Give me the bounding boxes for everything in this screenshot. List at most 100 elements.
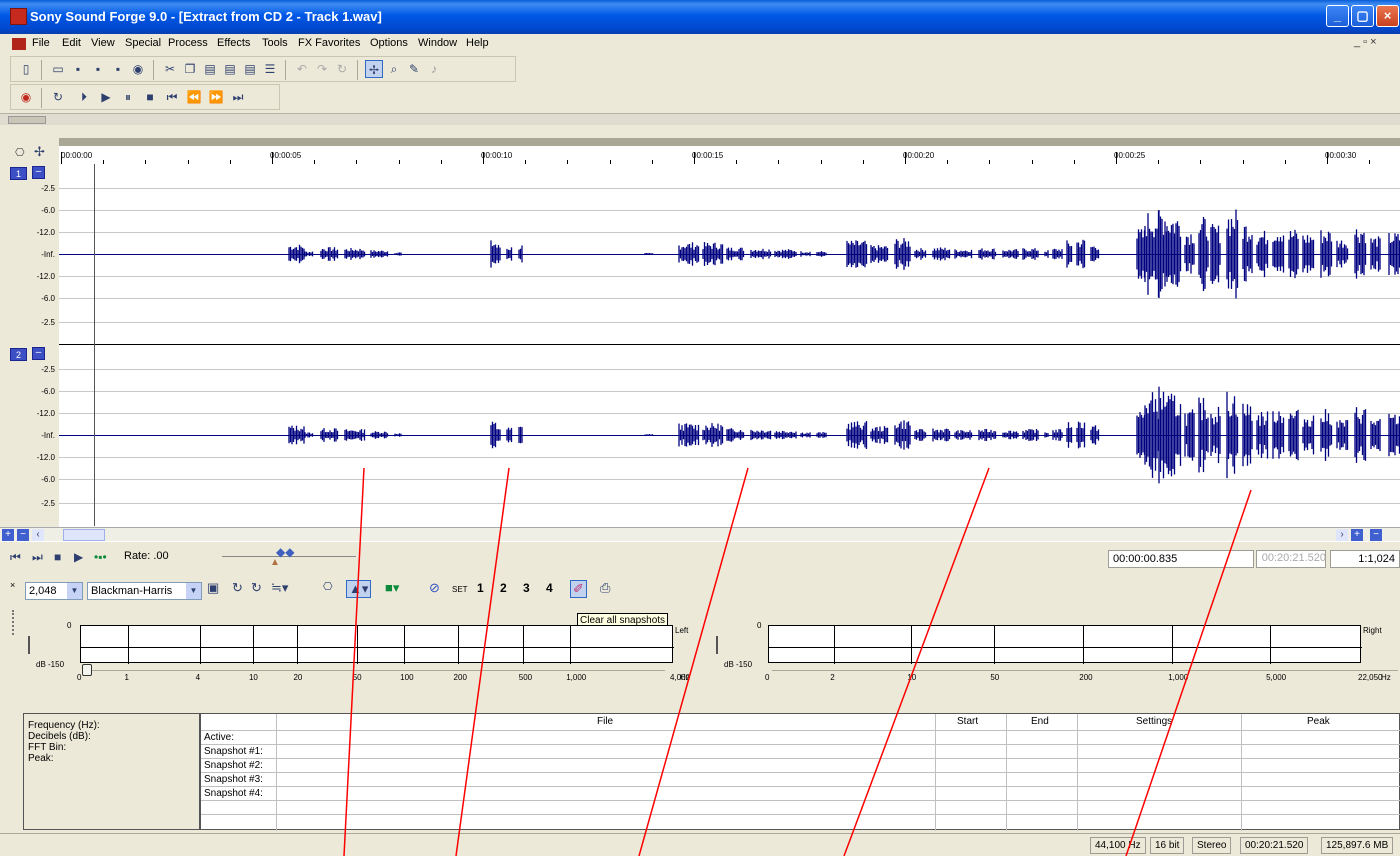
close-panel-icon[interactable]: × bbox=[10, 580, 15, 590]
right-spectrum-graph[interactable] bbox=[768, 625, 1362, 664]
trim-icon[interactable]: ☰ bbox=[261, 60, 279, 78]
overview-bar[interactable] bbox=[0, 113, 1400, 125]
mix-icon[interactable]: ▤ bbox=[241, 60, 259, 78]
rewind-icon[interactable]: ⏪ bbox=[185, 88, 203, 106]
refresh-icon[interactable]: ↻ bbox=[232, 580, 243, 596]
scrub-icon[interactable]: •▪• bbox=[94, 550, 107, 564]
minimize-channel-icon[interactable]: – bbox=[32, 347, 45, 360]
magnify-tool-icon[interactable]: ⌕ bbox=[385, 60, 403, 78]
zoom-out-icon[interactable]: − bbox=[17, 529, 29, 541]
spectrum-slider-track[interactable] bbox=[772, 670, 1398, 671]
minimize-channel-icon[interactable]: – bbox=[32, 166, 45, 179]
scroll-right-icon[interactable]: › bbox=[1336, 529, 1348, 541]
forward-icon[interactable]: ⏩ bbox=[207, 88, 225, 106]
panel-grip[interactable] bbox=[12, 610, 16, 635]
go-to-start-icon[interactable]: ⏮ bbox=[163, 88, 181, 106]
save-as-icon[interactable]: ▪ bbox=[89, 60, 107, 78]
clear-icon[interactable]: ⊘ bbox=[429, 580, 440, 596]
title-bar[interactable]: Sony Sound Forge 9.0 - [Extract from CD … bbox=[0, 0, 1400, 34]
app-icon[interactable] bbox=[10, 8, 27, 25]
stop-icon[interactable]: ■ bbox=[54, 550, 61, 564]
menu-file[interactable]: File bbox=[32, 37, 50, 49]
snapshot-2-button[interactable]: 2 bbox=[500, 581, 507, 595]
pause-icon[interactable]: ⏸ bbox=[119, 88, 137, 106]
go-to-end-icon[interactable]: ⏭ bbox=[32, 550, 43, 565]
color-icon[interactable]: ■▾ bbox=[385, 580, 399, 596]
menu-process[interactable]: Process bbox=[168, 37, 208, 49]
header-settings[interactable]: Settings bbox=[1136, 716, 1172, 727]
graph-type-icon[interactable]: ▲▾ bbox=[346, 580, 372, 598]
menu-window[interactable]: Window bbox=[418, 37, 457, 49]
menu-help[interactable]: Help bbox=[466, 37, 489, 49]
zoom-in-right-icon[interactable]: + bbox=[1351, 529, 1363, 541]
play-all-icon[interactable]: ⏵ bbox=[75, 88, 93, 106]
menu-edit[interactable]: Edit bbox=[62, 37, 81, 49]
record-icon[interactable]: ◉ bbox=[17, 88, 35, 106]
open-folder-icon[interactable]: ▭ bbox=[49, 60, 67, 78]
render-icon[interactable]: ▪ bbox=[109, 60, 127, 78]
menu-fx-favorites[interactable]: FX Favorites bbox=[298, 37, 360, 49]
repeat-icon[interactable]: ↻ bbox=[333, 60, 351, 78]
snapshot-4-button[interactable]: 4 bbox=[546, 581, 553, 595]
maximize-button[interactable]: ▢ bbox=[1351, 5, 1374, 27]
menu-special[interactable]: Special bbox=[125, 37, 161, 49]
settings-icon[interactable]: ▣ bbox=[207, 580, 219, 596]
channel-number[interactable]: 1 bbox=[10, 167, 27, 180]
left-spectrum-graph[interactable] bbox=[80, 625, 674, 664]
copy-icon[interactable]: ❐ bbox=[181, 60, 199, 78]
print-icon[interactable]: ⎙ bbox=[600, 580, 610, 596]
header-peak[interactable]: Peak bbox=[1307, 716, 1330, 727]
window-type-dropdown[interactable]: Blackman-Harris ▼ bbox=[87, 582, 202, 600]
minimize-button[interactable]: _ bbox=[1326, 5, 1349, 27]
channel-2[interactable]: 2 – -2.5 -6.0 -12.0 -Inf. -12.0 -6.0 -2.… bbox=[0, 345, 1400, 527]
channel-1[interactable]: 1 – -2.5 -6.0 -12.0 -Inf. -12.0 -6.0 -2.… bbox=[0, 164, 1400, 344]
redo-icon[interactable]: ↷ bbox=[313, 60, 331, 78]
display-mode-icon[interactable]: ≒▾ bbox=[271, 580, 288, 596]
menu-options[interactable]: Options bbox=[370, 37, 408, 49]
overview-thumb[interactable] bbox=[8, 116, 46, 124]
properties-icon[interactable]: ◉ bbox=[129, 60, 147, 78]
scroll-thumb[interactable] bbox=[63, 529, 105, 541]
playback-cursor[interactable] bbox=[94, 164, 95, 526]
document-icon[interactable] bbox=[12, 38, 26, 50]
zoom-in-icon[interactable]: + bbox=[2, 529, 14, 541]
cut-icon[interactable]: ✂ bbox=[161, 60, 179, 78]
lock-icon[interactable]: ⎔ bbox=[323, 580, 333, 593]
mdi-controls[interactable]: _ ▫ × bbox=[1354, 36, 1377, 48]
time-ruler[interactable]: 00:00:00 00:00:05 00:00:10 00:00:15 00:0… bbox=[59, 146, 1400, 164]
spectrum-slider-track[interactable] bbox=[92, 670, 665, 671]
play-icon[interactable]: ▶ bbox=[97, 88, 115, 106]
new-file-icon[interactable]: ▯ bbox=[17, 60, 35, 78]
snapshot-table[interactable]: File Start End Settings Peak Active: Sna… bbox=[200, 713, 1400, 831]
auto-update-icon[interactable]: ↻ bbox=[251, 580, 262, 596]
clear-snapshots-icon[interactable]: ✐ bbox=[570, 580, 587, 598]
go-to-end-icon[interactable]: ⏭ bbox=[229, 88, 247, 106]
channel-number[interactable]: 2 bbox=[10, 348, 27, 361]
horizontal-scrollbar[interactable]: + − ‹ › + − bbox=[0, 527, 1400, 541]
cursor-position-field[interactable]: 00:00:00.835 bbox=[1108, 550, 1254, 568]
undo-icon[interactable]: ↶ bbox=[293, 60, 311, 78]
spectrum-slider-knob[interactable] bbox=[82, 664, 92, 676]
selection-strip[interactable] bbox=[59, 138, 1400, 146]
zoom-out-right-icon[interactable]: − bbox=[1370, 529, 1382, 541]
zoom-ratio-field[interactable]: 1:1,024 bbox=[1330, 550, 1400, 568]
menu-effects[interactable]: Effects bbox=[217, 37, 250, 49]
save-icon[interactable]: ▪ bbox=[69, 60, 87, 78]
envelope-tool-icon[interactable]: ♪ bbox=[425, 60, 443, 78]
menu-tools[interactable]: Tools bbox=[262, 37, 288, 49]
play-normal-icon[interactable]: ▶ bbox=[74, 550, 83, 564]
stop-icon[interactable]: ■ bbox=[141, 88, 159, 106]
paste-icon[interactable]: ▤ bbox=[201, 60, 219, 78]
paste-special-icon[interactable]: ▤ bbox=[221, 60, 239, 78]
go-to-start-icon[interactable]: ⏮ bbox=[10, 550, 21, 565]
menu-view[interactable]: View bbox=[91, 37, 115, 49]
header-file[interactable]: File bbox=[597, 716, 613, 727]
loop-icon[interactable]: ↻ bbox=[49, 88, 67, 106]
edit-tool-icon[interactable]: ✢ bbox=[365, 60, 383, 78]
header-start[interactable]: Start bbox=[957, 716, 978, 727]
set-button[interactable]: SET bbox=[452, 585, 468, 594]
lock-icon[interactable]: ⎔ bbox=[15, 146, 25, 159]
snapshot-3-button[interactable]: 3 bbox=[523, 581, 530, 595]
close-button[interactable]: × bbox=[1376, 5, 1399, 27]
fft-size-dropdown[interactable]: 2,048 ▼ bbox=[25, 582, 83, 600]
